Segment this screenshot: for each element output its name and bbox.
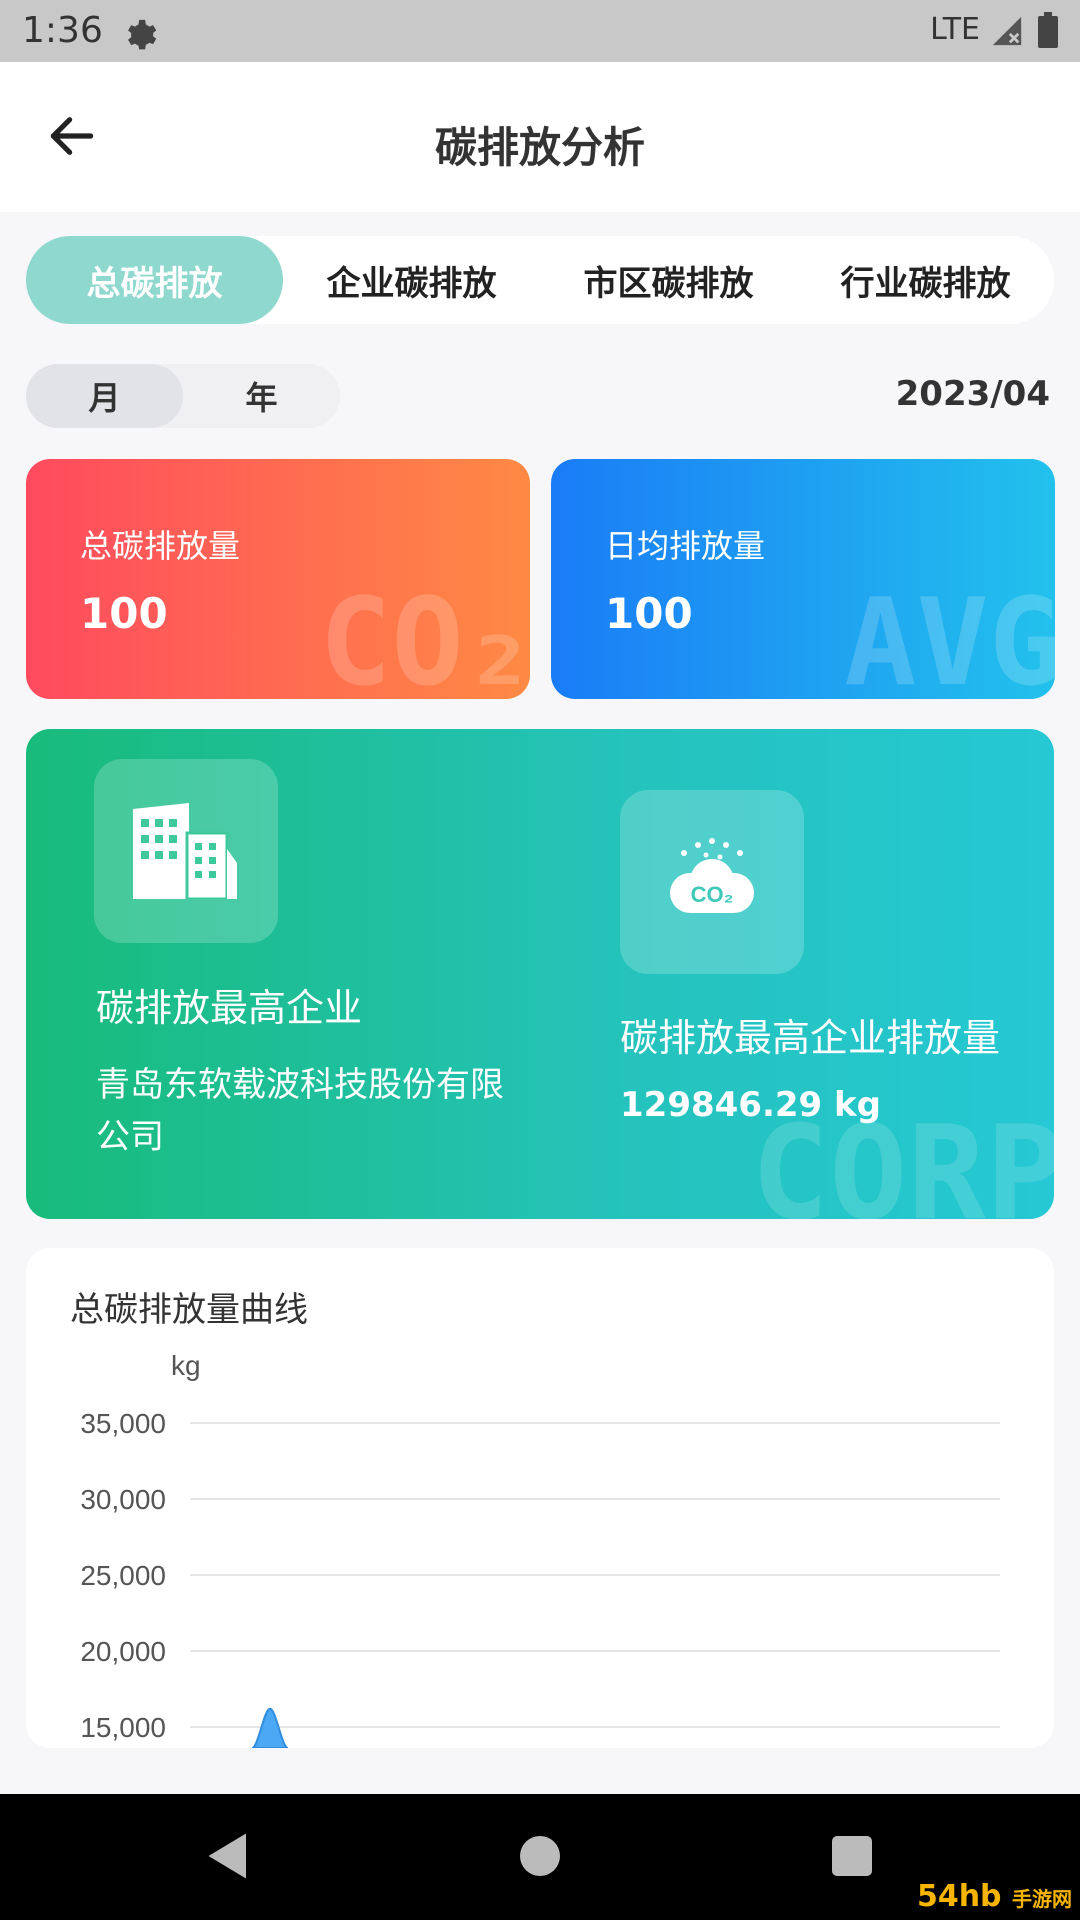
top-company-card: CO₂ 碳排放最高企业 青岛东软载波科技股份有限公司 碳排放最高企业排放量 12…	[26, 729, 1054, 1219]
tab-total-emission[interactable]: 总碳排放	[26, 236, 283, 324]
nav-home-icon[interactable]	[510, 1826, 570, 1886]
app-header: 碳排放分析	[0, 62, 1080, 212]
tab-district-emission[interactable]: 市区碳排放	[540, 236, 797, 324]
daily-emission-value: 100	[605, 589, 693, 638]
total-emission-label: 总碳排放量	[80, 527, 241, 565]
y-tick-label: 25,000	[80, 1560, 166, 1591]
daily-emission-label: 日均排放量	[605, 527, 766, 565]
y-tick-label: 30,000	[80, 1484, 166, 1515]
top-company-emission-label: 碳排放最高企业排放量	[620, 1016, 1001, 1060]
period-month-button[interactable]: 月	[26, 364, 183, 428]
emission-chart: kg35,000 30,000 25,000 20,000 15,000	[80, 1350, 1000, 1748]
emission-chart-card: 总碳排放量曲线 kg 35,000 30,000 25,000 20,000 15,000	[26, 1248, 1054, 1748]
top-company-name: 青岛东软载波科技股份有限公司	[96, 1065, 504, 1157]
co2-icon-text: CO₂	[691, 882, 734, 907]
nav-back-icon[interactable]	[196, 1826, 256, 1886]
daily-emission-card: 日均排放量 100 AVG	[551, 459, 1055, 699]
date-selector[interactable]: 2023/04	[896, 374, 1050, 414]
nav-recent-apps-icon[interactable]	[822, 1826, 882, 1886]
site-watermark-subtext: 手游网	[1012, 1887, 1072, 1911]
tab-industry-emission[interactable]: 行业碳排放	[797, 236, 1054, 324]
settings-gear-icon	[128, 19, 157, 50]
co2-cloud-icon-box: CO₂	[620, 790, 804, 974]
total-emission-card: 总碳排放量 100 CO₂	[26, 459, 530, 699]
series-area-peak	[251, 1707, 289, 1748]
signal-icon	[992, 16, 1022, 46]
site-watermark-logo: 54hb 手游网	[917, 1879, 1072, 1914]
y-axis-unit-label: kg	[171, 1350, 201, 1381]
tab-enterprise-emission[interactable]: 企业碳排放	[283, 236, 540, 324]
total-emission-value: 100	[80, 589, 168, 638]
status-bar: 1:36 LTE	[0, 0, 1080, 62]
building-icon	[133, 803, 237, 899]
building-icon-box	[94, 759, 278, 943]
corp-watermark: CORP	[750, 1097, 1054, 1219]
network-type: LTE	[930, 12, 980, 47]
period-toggle: 月 年	[26, 364, 340, 428]
co2-watermark: CO₂	[319, 574, 530, 699]
period-year-button[interactable]: 年	[183, 364, 340, 428]
page-title: 碳排放分析	[434, 123, 645, 172]
top-company-label: 碳排放最高企业	[96, 986, 363, 1030]
y-tick-label: 35,000	[80, 1408, 166, 1439]
y-tick-label: 20,000	[80, 1636, 166, 1667]
avg-watermark: AVG	[844, 574, 1055, 699]
co2-cloud-icon: CO₂	[670, 838, 754, 913]
y-tick-label: 15,000	[80, 1712, 166, 1743]
battery-icon	[1038, 12, 1058, 48]
tab-bar: 总碳排放 企业碳排放 市区碳排放 行业碳排放	[26, 236, 1054, 324]
system-nav-bar: 54hb 手游网	[0, 1794, 1080, 1920]
site-watermark-text: 54hb	[916, 1879, 1002, 1914]
status-time: 1:36	[22, 10, 103, 51]
